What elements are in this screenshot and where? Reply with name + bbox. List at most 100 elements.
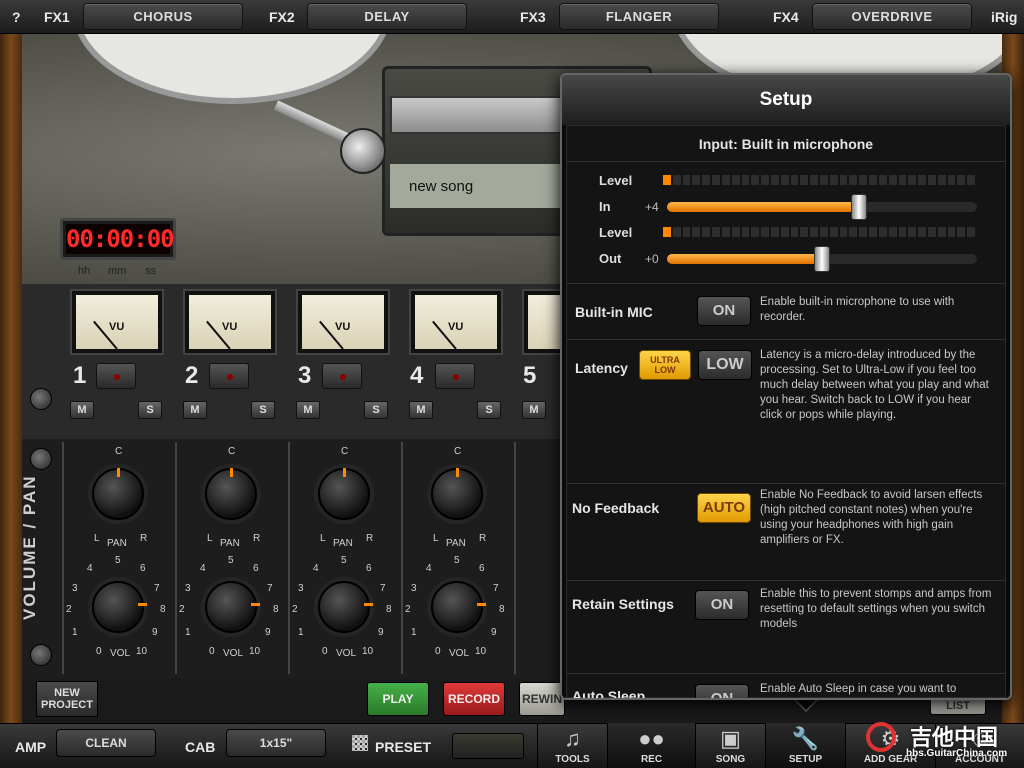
setup-tab[interactable]: 🔧 SETUP bbox=[765, 723, 845, 768]
rewind-button[interactable]: REWIN bbox=[519, 682, 565, 716]
volume-scale-tick: 4 bbox=[87, 563, 93, 574]
solo-button[interactable]: S bbox=[251, 401, 275, 419]
rec-tab-label: REC bbox=[640, 754, 663, 765]
play-button[interactable]: PLAY bbox=[367, 682, 429, 716]
volume-scale-tick: 4 bbox=[313, 563, 319, 574]
rec-tab[interactable]: ●● REC bbox=[607, 723, 695, 768]
amp-button[interactable]: CLEAN bbox=[56, 729, 156, 757]
volume-scale-tick: 5 bbox=[341, 555, 347, 566]
input-gain-slider[interactable] bbox=[667, 194, 977, 220]
input-gain-thumb[interactable] bbox=[851, 194, 868, 220]
cab-button[interactable]: 1x15" bbox=[226, 729, 326, 757]
fx4-button[interactable]: OVERDRIVE bbox=[812, 3, 972, 30]
volume-scale-tick: 7 bbox=[380, 583, 386, 594]
volume-scale-tick: 2 bbox=[292, 604, 298, 615]
in-value: +4 bbox=[645, 200, 659, 214]
guitar-icon: ♫ bbox=[564, 726, 581, 751]
mute-button[interactable]: M bbox=[183, 401, 207, 419]
volume-knob[interactable] bbox=[318, 581, 373, 633]
ultra-low-latency-button[interactable]: ULTRA LOW bbox=[639, 350, 691, 380]
fx2-button[interactable]: DELAY bbox=[307, 3, 467, 30]
channel-arm-button[interactable] bbox=[435, 363, 475, 389]
pan-knob[interactable] bbox=[431, 468, 483, 520]
meter-segment bbox=[947, 227, 956, 237]
input-source-label[interactable]: Input: Built in microphone bbox=[567, 136, 1005, 152]
meter-segment bbox=[898, 227, 907, 237]
volume-knob[interactable] bbox=[205, 581, 260, 633]
meter-segment bbox=[751, 227, 760, 237]
mute-button[interactable]: M bbox=[70, 401, 94, 419]
cab-label: CAB bbox=[185, 739, 216, 755]
levels-section: Level In +4 Level Out +0 bbox=[567, 162, 1005, 284]
volume-scale-tick: 2 bbox=[405, 604, 411, 615]
meter-segment bbox=[702, 227, 711, 237]
channel-arm-button[interactable] bbox=[209, 363, 249, 389]
channel-number: 4 bbox=[410, 362, 424, 389]
preset-grid-icon[interactable] bbox=[352, 735, 368, 751]
mute-button[interactable]: M bbox=[296, 401, 320, 419]
help-button[interactable]: ? bbox=[12, 9, 21, 25]
retain-settings-section: Retain Settings ON Enable this to preven… bbox=[567, 581, 1005, 674]
meter-segment bbox=[878, 227, 887, 237]
song-tab[interactable]: ▣ SONG bbox=[695, 723, 765, 768]
builtin-mic-toggle[interactable]: ON bbox=[697, 296, 751, 326]
volume-knob[interactable] bbox=[92, 581, 147, 633]
tools-tab[interactable]: ♫ TOOLS bbox=[537, 723, 607, 768]
volume-scale-tick: 8 bbox=[273, 604, 279, 615]
pan-knob[interactable] bbox=[318, 468, 370, 520]
output-level-meter bbox=[663, 225, 975, 239]
meter-segment bbox=[839, 175, 848, 185]
output-gain-fill bbox=[667, 254, 822, 264]
meter-segment bbox=[770, 175, 779, 185]
pan-knob[interactable] bbox=[205, 468, 257, 520]
fx3-button[interactable]: FLANGER bbox=[559, 3, 719, 30]
solo-button[interactable]: S bbox=[364, 401, 388, 419]
vu-meter: VU bbox=[296, 289, 390, 355]
pan-left-label: L bbox=[94, 533, 100, 544]
amp-label: AMP bbox=[15, 739, 47, 755]
volume-scale-tick: 1 bbox=[411, 627, 417, 638]
irig-label[interactable]: iRig bbox=[991, 9, 1017, 25]
meter-segment bbox=[927, 227, 936, 237]
record-button[interactable]: RECORD bbox=[443, 682, 505, 716]
volume-knob[interactable] bbox=[431, 581, 486, 633]
channel-arm-button[interactable] bbox=[322, 363, 362, 389]
out-label: Out bbox=[599, 251, 622, 266]
tuner-display[interactable] bbox=[452, 733, 524, 759]
setup-title: Setup bbox=[562, 75, 1010, 125]
solo-button[interactable]: S bbox=[477, 401, 501, 419]
retain-settings-description: Enable this to prevent stomps and amps f… bbox=[760, 588, 992, 630]
volume-scale-tick: 4 bbox=[426, 563, 432, 574]
meter-segment bbox=[780, 227, 789, 237]
meter-segment bbox=[712, 227, 720, 237]
mute-button[interactable]: M bbox=[522, 401, 546, 419]
channel-number: 1 bbox=[73, 362, 87, 389]
volume-scale-tick: 10 bbox=[136, 646, 148, 657]
meter-segment bbox=[908, 175, 917, 185]
volume-scale-tick: 3 bbox=[411, 583, 417, 594]
preset-button[interactable]: PRESET bbox=[375, 739, 431, 755]
volume-pan-label: VOLUME / PAN bbox=[20, 474, 39, 620]
input-level-meter bbox=[663, 173, 975, 187]
auto-sleep-toggle[interactable]: ON bbox=[695, 684, 749, 698]
volume-scale-tick: 0 bbox=[96, 646, 102, 657]
output-gain-slider[interactable] bbox=[667, 246, 977, 272]
volume-scale-tick: 5 bbox=[228, 555, 234, 566]
meter-segment bbox=[869, 175, 877, 185]
no-feedback-auto-button[interactable]: AUTO bbox=[697, 493, 751, 523]
knob-indicator bbox=[343, 468, 346, 477]
pan-knob[interactable] bbox=[92, 468, 144, 520]
channel-arm-button[interactable] bbox=[96, 363, 136, 389]
volume-scale-tick: 9 bbox=[152, 627, 158, 638]
volume-scale-tick: 7 bbox=[267, 583, 273, 594]
mute-button[interactable]: M bbox=[409, 401, 433, 419]
meter-segment bbox=[702, 175, 711, 185]
retain-settings-toggle[interactable]: ON bbox=[695, 590, 749, 620]
meter-segment bbox=[849, 227, 858, 237]
solo-button[interactable]: S bbox=[138, 401, 162, 419]
new-project-button[interactable]: NEW PROJECT bbox=[36, 681, 98, 717]
fx1-button[interactable]: CHORUS bbox=[83, 3, 243, 30]
volume-scale-tick: 8 bbox=[499, 604, 505, 615]
low-latency-button[interactable]: LOW bbox=[698, 350, 752, 380]
output-gain-thumb[interactable] bbox=[814, 246, 830, 272]
